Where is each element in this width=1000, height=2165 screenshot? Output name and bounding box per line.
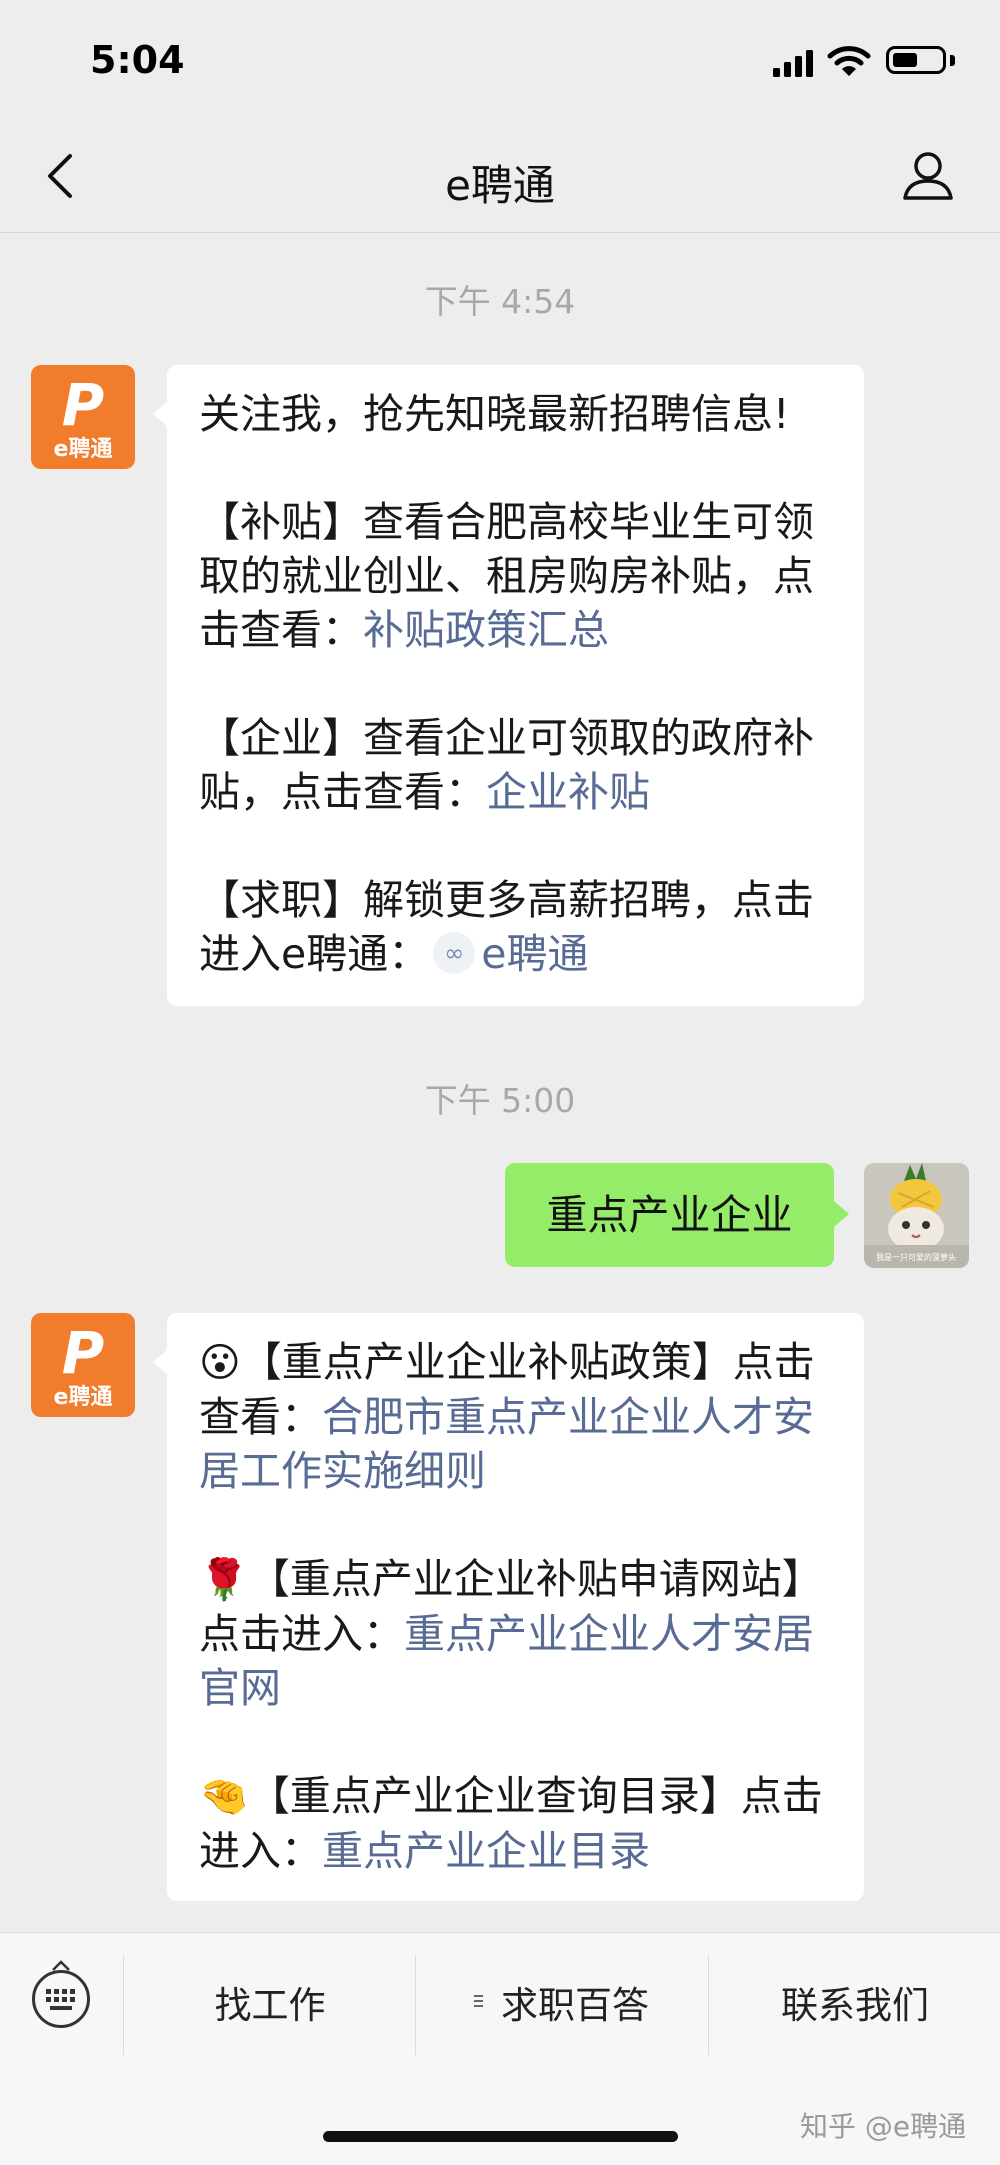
signal-icon bbox=[773, 50, 813, 77]
mini-program-link[interactable]: e聘通 bbox=[481, 930, 588, 978]
user-avatar-caption: 我是一只可爱的菠萝头 bbox=[876, 1252, 956, 1262]
menu-find-job[interactable]: 找工作 bbox=[125, 1975, 415, 2029]
directory-link[interactable]: 重点产业企业目录 bbox=[322, 1827, 650, 1875]
bot-avatar[interactable]: P e聘通 bbox=[31, 1313, 135, 1417]
message-item-directory: 🤏【重点产业企业查询目录】点击进入：重点产业企业目录 bbox=[199, 1769, 832, 1878]
home-indicator[interactable] bbox=[323, 2131, 678, 2142]
profile-icon[interactable] bbox=[900, 148, 956, 204]
logo-text: e聘通 bbox=[53, 1385, 113, 1410]
pineapple-cat-image: 我是一只可爱的菠萝头 bbox=[864, 1163, 969, 1268]
message-paragraph-enterprise: 【企业】查看企业可领取的政府补贴，点击查看：企业补贴 bbox=[199, 711, 832, 819]
hand-emoji: 🤏 bbox=[199, 1774, 249, 1820]
nav-divider bbox=[0, 232, 1000, 233]
menu-contact-us[interactable]: 联系我们 bbox=[710, 1975, 1000, 2029]
rose-emoji: 🌹 bbox=[199, 1557, 249, 1603]
message-intro: 关注我，抢先知晓最新招聘信息! bbox=[199, 390, 790, 438]
menu-divider bbox=[123, 1955, 124, 2055]
watermark: 知乎 @e聘通 bbox=[800, 2110, 967, 2143]
logo-mark: P bbox=[61, 371, 105, 439]
logo-text: e聘通 bbox=[53, 437, 113, 462]
subsidy-policy-link[interactable]: 补贴政策汇总 bbox=[363, 606, 609, 654]
page-title: e聘通 bbox=[445, 161, 555, 210]
enterprise-subsidy-link[interactable]: 企业补贴 bbox=[486, 768, 650, 816]
logo-mark: P bbox=[61, 1319, 105, 1387]
battery-tip bbox=[950, 55, 955, 66]
message-paragraph-job: 【求职】解锁更多高薪招聘，点击进入e聘通： ∞ e聘通 bbox=[199, 873, 832, 981]
status-time: 5:04 bbox=[90, 38, 185, 82]
message-item-policy: 😮【重点产业企业补贴政策】点击查看：合肥市重点产业企业人才安居工作实施细则 bbox=[199, 1335, 832, 1498]
menu-divider bbox=[415, 1955, 416, 2055]
bot-message-bubble: 😮【重点产业企业补贴政策】点击查看：合肥市重点产业企业人才安居工作实施细则 🌹【… bbox=[153, 1313, 864, 1901]
message-paragraph-subsidy: 【补贴】查看合肥高校毕业生可领取的就业创业、租房购房补贴，点击查看：补贴政策汇总 bbox=[199, 495, 832, 657]
battery-icon bbox=[886, 46, 946, 74]
chat-timestamp: 下午 5:00 bbox=[424, 1081, 576, 1120]
user-message-bubble: 重点产业企业 bbox=[505, 1163, 849, 1267]
surprised-emoji: 😮 bbox=[199, 1340, 241, 1386]
bot-avatar[interactable]: P e聘通 bbox=[31, 365, 135, 469]
message-item-website: 🌹【重点产业企业补贴申请网站】点击进入：重点产业企业人才安居官网 bbox=[199, 1552, 832, 1715]
user-avatar[interactable]: 我是一只可爱的菠萝头 bbox=[864, 1163, 969, 1268]
menu-divider bbox=[708, 1955, 709, 2055]
keyboard-icon[interactable] bbox=[32, 1970, 90, 2028]
wifi-icon bbox=[827, 46, 871, 76]
menu-job-qa[interactable]: 求职百答 bbox=[480, 1975, 670, 2029]
bot-message-bubble: 关注我，抢先知晓最新招聘信息! 【补贴】查看合肥高校毕业生可领取的就业创业、租房… bbox=[153, 365, 864, 1006]
chat-timestamp: 下午 4:54 bbox=[424, 282, 576, 321]
mini-program-icon: ∞ bbox=[433, 932, 476, 974]
